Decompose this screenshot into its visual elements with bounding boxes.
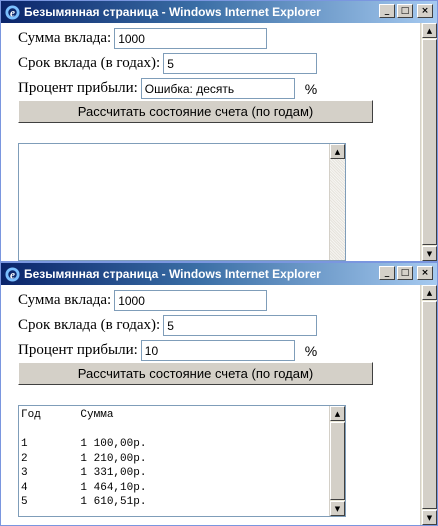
title-bar: e Безымянная страница - Windows Internet… [1, 263, 437, 285]
arrow-down-icon[interactable]: ▼ [422, 246, 437, 261]
result-textarea[interactable]: Год Сумма 1 1 100,00р. 2 1 210,00р. 3 1 33… [18, 405, 346, 517]
rate-input[interactable]: Ошибка: десять [140, 78, 295, 99]
scrollbar-thumb[interactable] [422, 301, 437, 509]
page-content: Сумма вклада: 1000 Срок вклада (в годах)… [1, 23, 419, 261]
result-row: 4 1 464,10р. [21, 481, 147, 494]
result-row: 3 1 331,00р. [21, 467, 147, 479]
arrow-up-icon[interactable]: ▲ [330, 144, 345, 159]
ie-icon: e [4, 4, 20, 20]
scrollbar-thumb[interactable] [422, 39, 437, 245]
percent-sign: % [304, 80, 318, 97]
rate-input[interactable]: 10 [140, 340, 295, 361]
result-text: Год Сумма 1 1 100,00р. 2 1 210,00р. 3 1 33… [21, 408, 327, 510]
arrow-up-icon[interactable]: ▲ [422, 23, 437, 38]
result-row: 5 1 610,51р. [21, 496, 147, 508]
term-input[interactable]: 5 [163, 53, 318, 74]
page-scrollbar[interactable]: ▲ ▼ [420, 23, 437, 261]
window-title: Безымянная страница - Windows Internet E… [24, 267, 321, 281]
term-input[interactable]: 5 [163, 315, 318, 336]
rate-row: Процент прибыли: Ошибка: десять % [18, 78, 317, 99]
calculate-button[interactable]: Рассчитать состояние счета (по годам) [18, 362, 373, 385]
term-label: Срок вклада (в годах): [18, 55, 161, 71]
arrow-down-icon[interactable]: ▼ [330, 501, 345, 516]
window-controls: _ □ × [379, 4, 433, 18]
minimize-button[interactable]: _ [379, 4, 395, 18]
deposit-row: Сумма вклада: 1000 [18, 28, 268, 49]
maximize-button[interactable]: □ [397, 266, 413, 280]
close-button[interactable]: × [417, 4, 433, 18]
term-row: Срок вклада (в годах): 5 [18, 53, 318, 74]
arrow-up-icon[interactable]: ▲ [422, 285, 437, 300]
rate-label: Процент прибыли: [18, 342, 138, 358]
maximize-button[interactable]: □ [397, 4, 413, 18]
scrollbar-thumb[interactable] [330, 422, 345, 500]
result-header: Год Сумма [21, 409, 114, 421]
calculate-button[interactable]: Рассчитать состояние счета (по годам) [18, 100, 373, 123]
page-scrollbar[interactable]: ▲ ▼ [420, 285, 437, 525]
arrow-up-icon[interactable]: ▲ [330, 406, 345, 421]
window-controls: _ □ × [379, 266, 433, 280]
svg-text:e: e [10, 7, 15, 19]
deposit-input[interactable]: 1000 [114, 290, 268, 311]
page-content: Сумма вклада: 1000 Срок вклада (в годах)… [1, 285, 419, 525]
deposit-label: Сумма вклада: [18, 30, 112, 46]
title-bar: e Безымянная страница - Windows Internet… [1, 1, 437, 23]
term-row: Срок вклада (в годах): 5 [18, 315, 318, 336]
textarea-scrollbar[interactable]: ▲ ▼ [329, 406, 345, 516]
browser-window-2: e Безымянная страница - Windows Internet… [0, 262, 438, 526]
rate-row: Процент прибыли: 10 % [18, 340, 317, 361]
deposit-row: Сумма вклада: 1000 [18, 290, 268, 311]
close-button[interactable]: × [417, 266, 433, 280]
result-row: 2 1 210,00р. [21, 452, 147, 465]
svg-text:e: e [10, 269, 15, 281]
minimize-button[interactable]: _ [379, 266, 395, 280]
result-blank-line [21, 423, 327, 438]
term-label: Срок вклада (в годах): [18, 317, 161, 333]
browser-window-1: e Безымянная страница - Windows Internet… [0, 0, 438, 262]
arrow-down-icon[interactable]: ▼ [422, 510, 437, 525]
rate-label: Процент прибыли: [18, 80, 138, 96]
result-textarea[interactable]: ▲ [18, 143, 346, 261]
window-title: Безымянная страница - Windows Internet E… [24, 5, 321, 19]
deposit-input[interactable]: 1000 [114, 28, 268, 49]
result-row: 1 1 100,00р. [21, 438, 147, 450]
ie-icon: e [4, 266, 20, 282]
deposit-label: Сумма вклада: [18, 292, 112, 308]
percent-sign: % [304, 342, 318, 359]
textarea-scrollbar[interactable]: ▲ [329, 144, 345, 260]
